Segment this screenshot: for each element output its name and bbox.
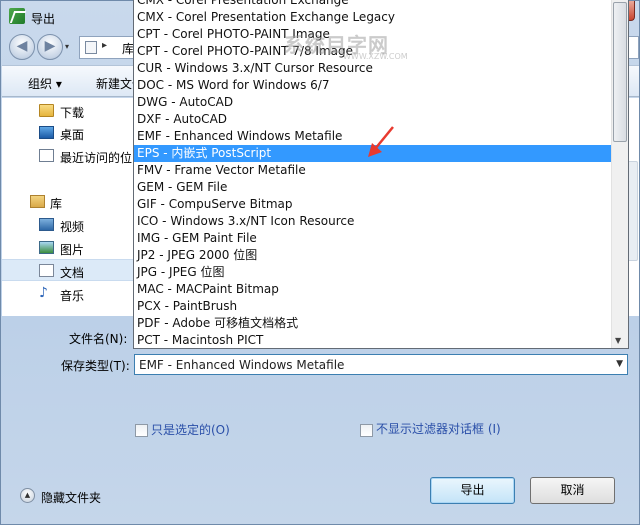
no-filter-dialog-label[interactable]: 不显示过滤器对话框 (I) — [376, 421, 516, 437]
filetype-select[interactable]: EMF - Enhanced Windows Metafile ▼ — [134, 354, 628, 375]
dropdown-option[interactable]: GIF - CompuServe Bitmap — [134, 196, 611, 213]
sidebar-item-music[interactable]: ♪ 音乐 — [2, 283, 136, 305]
selected-only-label[interactable]: 只是选定的(O) — [151, 421, 230, 438]
hide-folders-icon[interactable]: ▲ — [20, 488, 35, 503]
dropdown-option[interactable]: MAC - MACPaint Bitmap — [134, 281, 611, 298]
dropdown-scroll-thumb[interactable] — [613, 2, 627, 142]
documents-icon — [39, 264, 54, 277]
sidebar-item-label: 文档 — [60, 266, 85, 280]
dropdown-option[interactable]: IMG - GEM Paint File — [134, 230, 611, 247]
back-button[interactable]: ◀ — [9, 34, 35, 60]
sidebar-item-downloads[interactable]: 下载 — [2, 100, 136, 122]
download-folder-icon — [39, 104, 54, 117]
dropdown-option[interactable]: FMV - Frame Vector Metafile — [134, 162, 611, 179]
watermark-url: WWW.XZW.COM — [343, 52, 408, 61]
sidebar-item-libraries[interactable]: 库 — [2, 191, 136, 213]
dropdown-option[interactable]: CUR - Windows 3.x/NT Cursor Resource — [134, 60, 611, 77]
selected-only-checkbox[interactable] — [135, 424, 148, 437]
window-title: 导出 — [31, 12, 56, 26]
sidebar-item-label: 图片 — [60, 243, 85, 257]
dropdown-option[interactable]: JPG - JPEG 位图 — [134, 264, 611, 281]
dropdown-option[interactable]: CMX - Corel Presentation Exchange Legacy — [134, 9, 611, 26]
sidebar-item-label: 下载 — [60, 106, 85, 120]
recent-locations-icon[interactable]: ▾ — [65, 42, 69, 51]
dropdown-option[interactable]: JP2 - JPEG 2000 位图 — [134, 247, 611, 264]
sidebar-item-documents[interactable]: 文档 — [2, 259, 136, 281]
export-button[interactable]: 导出 — [430, 477, 515, 504]
sidebar-item-label: 桌面 — [60, 128, 85, 142]
music-icon: ♪ — [39, 285, 48, 301]
desktop-icon — [39, 126, 54, 139]
dropdown-option[interactable]: PCT - Macintosh PICT — [134, 332, 611, 348]
dropdown-scrollbar[interactable]: ▼ — [611, 0, 628, 348]
organize-button[interactable]: 组织 ▾ — [28, 75, 62, 92]
no-filter-dialog-checkbox[interactable] — [360, 424, 373, 437]
annotation-arrow-icon — [368, 126, 394, 157]
cancel-button[interactable]: 取消 — [530, 477, 615, 504]
dropdown-option[interactable]: PDF - Adobe 可移植文档格式 — [134, 315, 611, 332]
recent-places-icon — [39, 149, 54, 162]
sidebar-item-label: 库 — [50, 197, 63, 211]
hide-folders-button[interactable]: 隐藏文件夹 — [41, 489, 101, 506]
dropdown-option[interactable]: PCX - PaintBrush — [134, 298, 611, 315]
scroll-down-arrow-icon[interactable]: ▼ — [615, 336, 621, 345]
sidebar-item-label: 视频 — [60, 220, 85, 234]
location-icon — [85, 41, 97, 54]
dropdown-option[interactable]: DWG - AutoCAD — [134, 94, 611, 111]
forward-button[interactable]: ▶ — [37, 34, 63, 60]
dropdown-arrow-icon[interactable]: ▼ — [616, 359, 623, 369]
libraries-icon — [30, 195, 45, 208]
dropdown-option[interactable]: DOC - MS Word for Windows 6/7 — [134, 77, 611, 94]
navigation-pane: 下载 桌面 最近访问的位 库 视频 图片 文档 ♪ 音乐 — [2, 98, 136, 316]
sidebar-item-videos[interactable]: 视频 — [2, 214, 136, 236]
sidebar-item-label: 音乐 — [60, 289, 85, 303]
videos-icon — [39, 218, 54, 231]
dropdown-option[interactable]: ICO - Windows 3.x/NT Icon Resource — [134, 213, 611, 230]
filename-label: 文件名(N): — [69, 332, 128, 346]
dropdown-option[interactable]: GEM - GEM File — [134, 179, 611, 196]
pictures-icon — [39, 241, 54, 254]
sidebar-item-recent-places[interactable]: 最近访问的位 — [2, 145, 136, 167]
sidebar-item-pictures[interactable]: 图片 — [2, 237, 136, 259]
dropdown-option[interactable]: CMX - Corel Presentation Exchange — [134, 0, 611, 9]
filetype-label: 保存类型(T): — [61, 359, 130, 373]
breadcrumb-chevron-icon[interactable]: ▸ — [102, 40, 107, 51]
sidebar-item-label: 最近访问的位 — [60, 151, 133, 165]
sidebar-item-desktop[interactable]: 桌面 — [2, 122, 136, 144]
filetype-selected-value: EMF - Enhanced Windows Metafile — [139, 358, 345, 372]
coreldraw-app-icon — [9, 8, 25, 24]
export-dialog: 导出 ✕ ◀ ▶ ▾ ▸ 库 组织 ▾ 新建文件 下载 桌面 最近访问的位 库 — [0, 0, 640, 525]
